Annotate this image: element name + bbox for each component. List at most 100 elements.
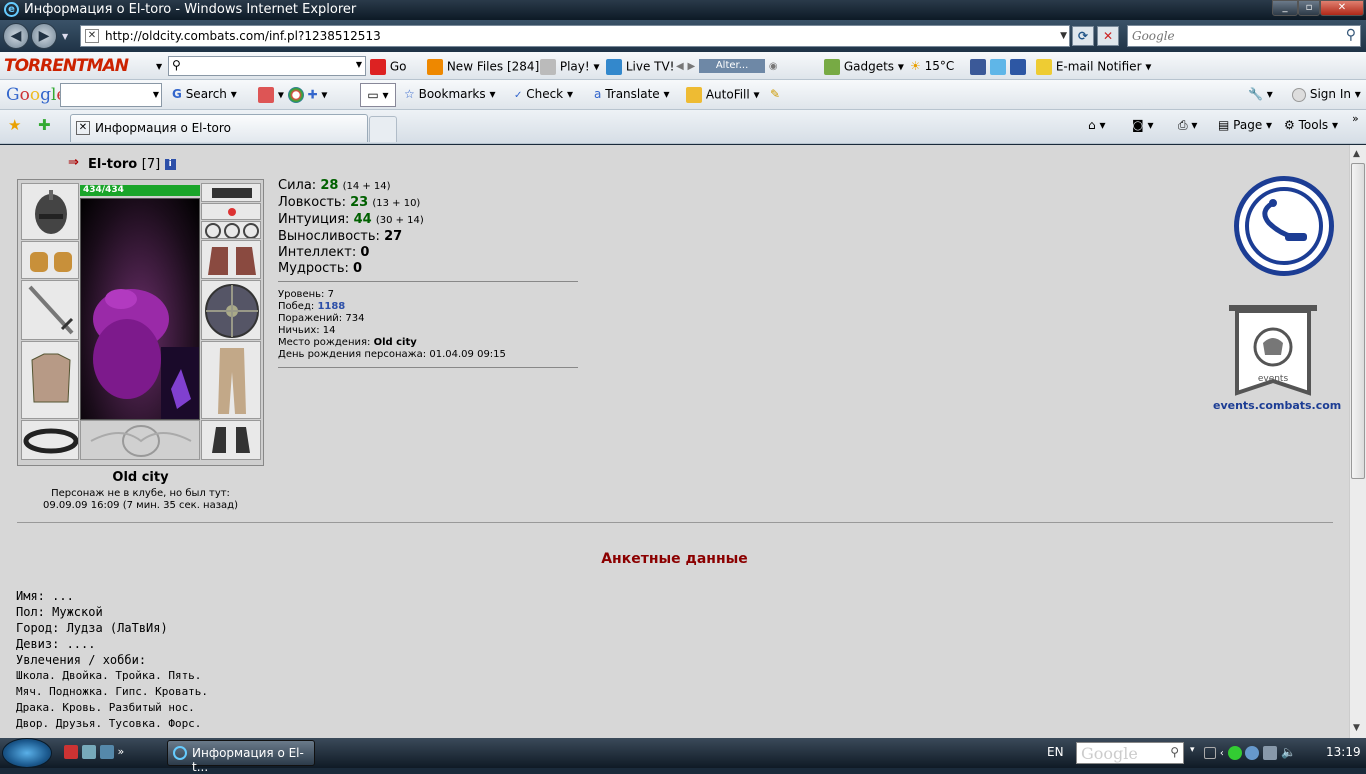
language-indicator[interactable]: EN	[1047, 745, 1064, 759]
plus-icon[interactable]: ✚	[307, 88, 317, 102]
refresh-button[interactable]: ⟳	[1072, 26, 1094, 46]
player-next-icon[interactable]: ▶	[688, 61, 696, 72]
volume-icon[interactable]: 🔈	[1281, 745, 1296, 759]
gadgets-button[interactable]: Gadgets ▾	[824, 59, 904, 75]
google-search-input[interactable]: ▼	[60, 83, 162, 107]
url-dropdown-icon[interactable]: ▼	[1060, 31, 1067, 41]
quick-launch-more-icon[interactable]: »	[117, 745, 124, 758]
search-icon[interactable]: ⚲	[1346, 27, 1356, 43]
player-prev-icon[interactable]: ◀	[676, 61, 684, 72]
quick-launch-app-icon[interactable]	[64, 744, 78, 759]
tray-skype-icon[interactable]	[1245, 745, 1260, 760]
scroll-down-icon[interactable]: ▼	[1353, 723, 1360, 733]
slot-boots[interactable]	[201, 420, 261, 460]
slot-rings[interactable]	[201, 221, 261, 239]
toolbar-search-dropdown-icon[interactable]: ▼	[356, 60, 362, 69]
search-box[interactable]: ⚲	[1127, 25, 1361, 47]
go-button[interactable]: Go	[370, 59, 406, 75]
slot-rune-emblem[interactable]	[80, 420, 200, 460]
slot-amulet[interactable]	[201, 183, 261, 202]
slot-helmet[interactable]	[21, 183, 79, 240]
vertical-scrollbar[interactable]: ▲ ▼	[1349, 145, 1366, 738]
home-button[interactable]: ⌂ ▾	[1088, 118, 1105, 132]
favorites-star-icon[interactable]: ★	[8, 116, 21, 134]
player-station[interactable]: Alter...	[699, 58, 766, 73]
scroll-thumb[interactable]	[1351, 163, 1365, 479]
media-player[interactable]: ◀ ▶ Alter... ◉	[676, 58, 778, 73]
add-favorites-icon[interactable]: ✚	[38, 116, 51, 134]
close-button[interactable]: ✕	[1320, 0, 1364, 16]
weather-widget[interactable]: ☀ 15°C	[910, 59, 954, 73]
google-logo[interactable]: Google	[6, 85, 66, 105]
slot-shield[interactable]	[201, 280, 261, 340]
tray-expand-icon[interactable]: ‹	[1220, 748, 1224, 759]
feeds-button[interactable]: ◙ ▾	[1132, 118, 1154, 132]
scroll-up-icon[interactable]: ▲	[1353, 149, 1360, 159]
minimize-button[interactable]: _	[1272, 0, 1298, 16]
info-icon[interactable]: i	[164, 159, 176, 170]
tray-window-icon[interactable]	[1204, 746, 1216, 759]
print-button[interactable]: ⎙ ▾	[1178, 118, 1197, 133]
popup-blocker-icon[interactable]	[258, 87, 274, 103]
arrow-right-icon[interactable]: ⇒	[68, 155, 79, 170]
live-tv-button[interactable]: Live TV!	[606, 59, 675, 75]
events-link[interactable]: events.combats.com	[1213, 399, 1341, 412]
scorpion-clan-emblem[interactable]	[1234, 176, 1334, 276]
tray-security-icon[interactable]	[1227, 745, 1242, 760]
slot-pants[interactable]	[201, 341, 261, 419]
history-dropdown-icon[interactable]: ▼	[62, 32, 68, 41]
logo-dropdown-icon[interactable]: ▼	[156, 62, 162, 71]
search-icon[interactable]: ⚲	[1170, 745, 1179, 759]
clock[interactable]: 13:19	[1326, 745, 1361, 759]
sign-in-button[interactable]: Sign In ▾	[1292, 87, 1361, 102]
play-button[interactable]: Play! ▾	[540, 59, 600, 75]
back-button[interactable]: ◀	[3, 23, 29, 49]
taskbar-item-ie[interactable]: Информация о El-t...	[167, 740, 315, 774]
torrentman-logo[interactable]: TORRENTMAN	[4, 56, 129, 76]
volume-icon[interactable]: ◉	[769, 61, 778, 72]
settings-wrench-icon[interactable]: 🔧 ▾	[1248, 87, 1273, 101]
translate-button[interactable]: a Translate ▾	[594, 87, 670, 101]
facebook-icon[interactable]	[970, 59, 986, 75]
page-menu[interactable]: ▤ Page ▾	[1218, 118, 1272, 132]
new-tab-button[interactable]	[369, 116, 397, 142]
twitter-icon[interactable]	[989, 59, 1006, 75]
switch-windows-icon[interactable]	[99, 744, 114, 759]
chevron-right-icon[interactable]: »	[1352, 112, 1359, 125]
network-icon[interactable]	[1263, 745, 1278, 760]
new-files-button[interactable]: New Files [284] ▾	[427, 59, 549, 75]
envelope-icon	[1036, 59, 1052, 75]
maximize-button[interactable]: ▫	[1298, 0, 1320, 16]
google-desktop-search[interactable]: Google ⚲	[1076, 742, 1184, 764]
spellcheck-icon: ✓	[514, 90, 523, 101]
url-field[interactable]: ✕ http://oldcity.combats.com/inf.pl?1238…	[80, 25, 1070, 47]
messenger-icon[interactable]	[1009, 59, 1026, 75]
slot-earrings[interactable]	[201, 203, 261, 220]
slot-gloves[interactable]	[201, 240, 261, 279]
window-layout-button[interactable]: ▭ ▾	[360, 83, 396, 107]
picasa-icon[interactable]	[287, 87, 304, 103]
bookmarks-button[interactable]: ☆ Bookmarks ▾	[404, 87, 495, 101]
sign-in-label: Sign In	[1309, 87, 1351, 101]
email-notifier-button[interactable]: E-mail Notifier ▾	[1036, 59, 1151, 75]
google-search-button[interactable]: G Search ▾	[172, 87, 237, 101]
search-input[interactable]	[1132, 29, 1332, 43]
google-search-dropdown-icon[interactable]: ▼	[153, 90, 159, 99]
slot-weapon[interactable]	[21, 280, 79, 340]
start-button[interactable]	[2, 738, 52, 768]
autofill-button[interactable]: AutoFill ▾	[686, 87, 760, 103]
stat-row: Выносливость: 27	[278, 229, 403, 244]
slot-belt[interactable]	[21, 420, 79, 460]
toolbar-search-input[interactable]: ⚲ ▼	[168, 56, 366, 76]
forward-button[interactable]: ▶	[31, 23, 57, 49]
slot-bracers[interactable]	[21, 241, 79, 279]
events-banner[interactable]: events events.combats.com	[1213, 303, 1341, 412]
tools-menu[interactable]: ⚙ Tools ▾	[1284, 118, 1338, 132]
spell-check-button[interactable]: ✓ Check ▾	[514, 87, 573, 101]
tray-dropdown-icon[interactable]: ▾	[1190, 745, 1195, 755]
tab-active[interactable]: ✕ Информация о El-toro	[70, 114, 368, 142]
show-desktop-icon[interactable]	[81, 744, 96, 759]
slot-armor[interactable]	[21, 341, 79, 419]
stop-button[interactable]: ✕	[1097, 26, 1119, 46]
highlight-icon[interactable]: ✎	[770, 87, 780, 101]
